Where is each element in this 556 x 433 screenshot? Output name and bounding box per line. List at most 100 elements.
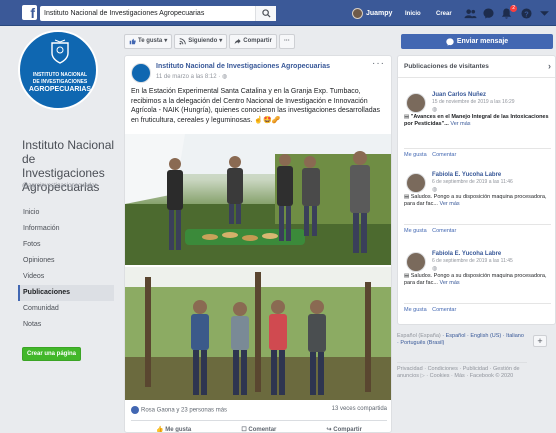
post-photo[interactable]: [125, 134, 391, 265]
chevron-right-icon[interactable]: ›: [548, 61, 551, 71]
logo-text-line: DE INVESTIGACIONES: [32, 79, 88, 85]
account-menu-caret-icon[interactable]: [538, 8, 551, 19]
page-profile-picture[interactable]: INSTITUTO NACIONAL DE INVESTIGACIONES AG…: [18, 30, 98, 110]
chevron-down-icon: ▾: [164, 38, 168, 44]
follow-label: Siguiendo: [188, 38, 218, 44]
share-page-button[interactable]: Compartir: [229, 34, 277, 49]
language-footer: Español (España) · Español · English (US…: [397, 333, 556, 379]
visitor-post-date[interactable]: 15 de noviembre de 2019 a las 16:29: [432, 99, 515, 105]
post-share-button[interactable]: ↪ Compartir: [327, 426, 362, 433]
avatar[interactable]: [406, 93, 426, 113]
search-input[interactable]: Instituto Nacional de Investigaciones Ag…: [40, 6, 276, 21]
profile-link[interactable]: Juampy: [352, 7, 392, 20]
facebook-logo-icon[interactable]: f: [22, 5, 37, 20]
like-page-button[interactable]: Te gusta ▾: [124, 34, 173, 49]
nav-item-fotos[interactable]: Fotos: [18, 237, 114, 253]
globe-icon: ◍: [221, 74, 228, 80]
avatar[interactable]: [406, 173, 426, 193]
visitor-post-date[interactable]: 6 de septiembre de 2019 a las 11:46: [432, 179, 513, 185]
document-icon: ▤: [404, 273, 411, 279]
post-options-icon[interactable]: ···: [372, 58, 385, 69]
share-arrow-icon: [234, 38, 241, 45]
nav-item-publicaciones[interactable]: Publicaciones: [18, 285, 114, 301]
visitor-posts-panel: Publicaciones de visitantes › Juan Carlo…: [397, 55, 556, 325]
reactions-summary[interactable]: Rosa Gaona y 23 personas más: [131, 406, 227, 414]
nav-item-videos[interactable]: Videos: [18, 269, 114, 285]
home-link[interactable]: Inicio: [405, 11, 421, 17]
shares-count[interactable]: 13 veces compartida: [332, 406, 387, 414]
visitor-post-author[interactable]: Fabiola E. Yucoha Labre: [432, 251, 501, 257]
more-options-button[interactable]: ···: [278, 34, 295, 49]
like-reaction-icon: [131, 406, 139, 414]
post-like-label: Me gusta: [165, 427, 192, 433]
create-page-button[interactable]: Crear una página: [22, 347, 82, 361]
nav-item-informacion[interactable]: Información: [18, 221, 114, 237]
visitor-post-author[interactable]: Fabiola E. Yucoha Labre: [432, 172, 501, 178]
current-language: Español (España): [397, 333, 441, 339]
post-timestamp[interactable]: 11 de marzo a las 8:12 · ◍: [156, 73, 227, 80]
search-icon: [262, 9, 271, 18]
create-link[interactable]: Crear: [436, 11, 452, 17]
visitor-post-actions: Me gusta Comentar: [404, 148, 551, 158]
page-action-bar: Te gusta ▾ Siguiendo ▾ Compartir ···: [124, 34, 390, 49]
visitor-like-link[interactable]: Me gusta: [404, 152, 427, 158]
visitor-post-actions: Me gusta Comentar: [404, 303, 551, 313]
visitor-comment-link[interactable]: Comentar: [432, 152, 456, 158]
search-button[interactable]: [255, 6, 276, 21]
help-icon[interactable]: ?: [520, 8, 533, 19]
send-message-button[interactable]: Enviar mensaje: [401, 34, 553, 49]
see-more-link[interactable]: Ver más: [439, 280, 459, 286]
post-author[interactable]: Instituto Nacional de Investigaciones Ag…: [156, 63, 330, 70]
friend-requests-icon[interactable]: [464, 8, 477, 19]
visitor-post: Juan Carlos Nuñez 15 de noviembre de 201…: [404, 92, 551, 164]
chevron-down-icon: ▾: [219, 38, 223, 44]
nav-item-opiniones[interactable]: Opiniones: [18, 253, 114, 269]
globe-icon: ◍: [432, 107, 438, 113]
like-page-label: Te gusta: [138, 38, 163, 44]
globe-icon: ◍: [432, 266, 438, 272]
follow-button[interactable]: Siguiendo ▾: [174, 34, 228, 49]
nav-item-inicio[interactable]: Inicio: [18, 205, 114, 221]
visitor-post-excerpt: Saludos. Pongo a su disposición maquina …: [404, 194, 547, 207]
visitor-post-date[interactable]: 6 de septiembre de 2019 a las 11:45: [432, 258, 513, 264]
visitor-post-text: ▤ Saludos. Pongo a su disposición maquin…: [404, 273, 551, 287]
rss-icon: [179, 38, 187, 45]
user-name: Juampy: [366, 10, 393, 17]
visitor-post-text: ▤ "Avances en el Manejo Integral de las …: [404, 114, 551, 128]
post-comment-button[interactable]: ☐ Comentar: [241, 426, 277, 433]
post-photo[interactable]: [125, 267, 391, 400]
group-photo-orchard-image: [125, 267, 391, 400]
avatar[interactable]: [131, 63, 151, 83]
globe-icon: ◍: [432, 187, 438, 193]
post-comment-label: Comentar: [248, 427, 277, 433]
visitor-post-text: ▤ Saludos. Pongo a su disposición maquin…: [404, 194, 551, 208]
nav-item-comunidad[interactable]: Comunidad: [18, 301, 114, 317]
logo-text-line: AGROPECUARIAS: [28, 86, 92, 93]
visitor-like-link[interactable]: Me gusta: [404, 307, 427, 313]
visitor-posts-header[interactable]: Publicaciones de visitantes ›: [398, 56, 555, 78]
avatar[interactable]: [406, 252, 426, 272]
visitor-comment-link[interactable]: Comentar: [432, 307, 456, 313]
page-handle[interactable]: @agroinvestigacionecuador: [22, 182, 102, 190]
svg-text:?: ?: [524, 9, 529, 18]
top-bar: f Instituto Nacional de Investigaciones …: [0, 0, 556, 26]
post-like-button[interactable]: 👍 Me gusta: [156, 426, 192, 433]
see-more-link[interactable]: Ver más: [450, 121, 470, 127]
nav-item-notas[interactable]: Notas: [18, 317, 114, 333]
language-list: Español (España) · Español · English (US…: [397, 333, 527, 347]
document-icon: ▤: [404, 114, 411, 120]
post-card: Instituto Nacional de Investigaciones Ag…: [124, 55, 392, 433]
add-language-button[interactable]: +: [533, 335, 547, 347]
post-share-label: Compartir: [333, 427, 362, 433]
visitor-comment-link[interactable]: Comentar: [432, 228, 456, 234]
footer-links[interactable]: Privacidad · Condiciones · Publicidad · …: [397, 362, 527, 380]
visitor-post-author[interactable]: Juan Carlos Nuñez: [432, 92, 486, 98]
visitor-like-link[interactable]: Me gusta: [404, 228, 427, 234]
notifications-icon[interactable]: 2: [500, 5, 517, 19]
messenger-icon[interactable]: [482, 8, 495, 19]
notifications-badge: 2: [510, 5, 517, 12]
see-more-link[interactable]: Ver más: [439, 201, 459, 207]
share-page-label: Compartir: [243, 38, 272, 44]
page-nav: Inicio Información Fotos Opiniones Video…: [18, 205, 114, 333]
post-actions: 👍 Me gusta ☐ Comentar ↪ Compartir: [131, 420, 387, 433]
